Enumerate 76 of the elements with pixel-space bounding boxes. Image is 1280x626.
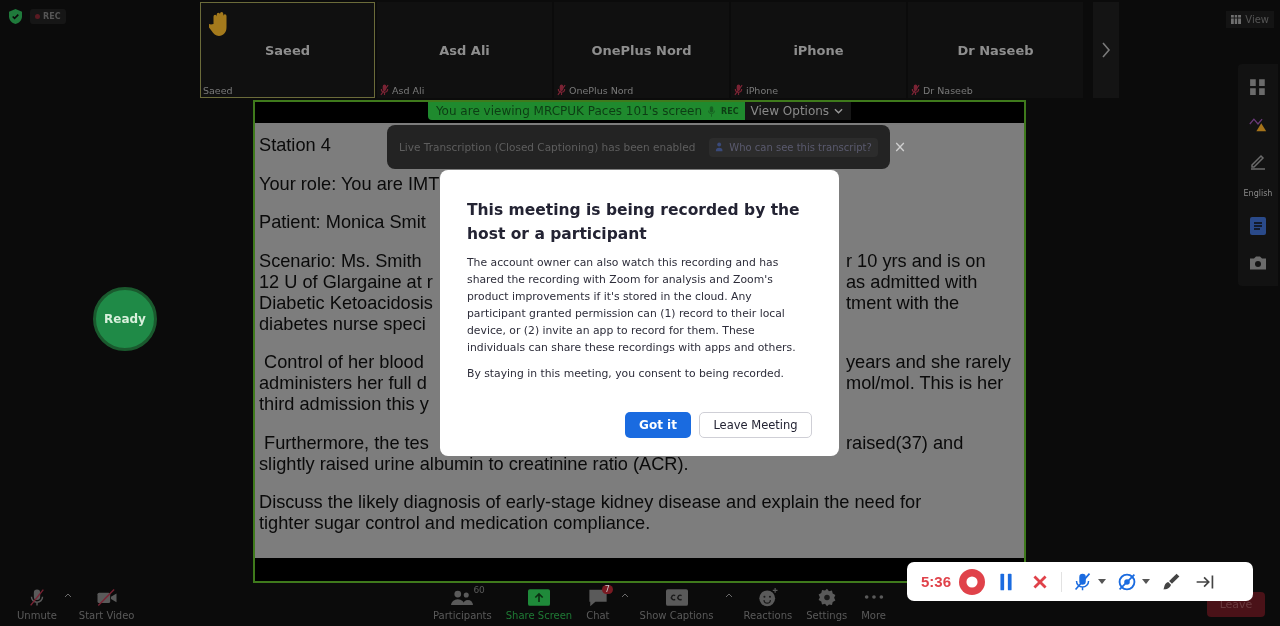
participant-label: iPhone — [746, 84, 779, 96]
camera-off-icon — [95, 588, 118, 607]
reactions-button[interactable]: Reactions — [740, 588, 796, 621]
settings-button[interactable]: Settings — [803, 588, 851, 621]
slide-text: mol/mol. This is her — [846, 374, 1004, 393]
dialog-text: The account owner can also watch this recording and has shared the recording with Zoom for analysis and Zoom's product improvements if it's stored in the cloud. Any participant granted permission can (1) record to their local device, or (2) invite an app to record for them. These individuals can share these recordings with apps and others. — [467, 255, 797, 356]
participant-tile[interactable]: iPhone iPhone — [731, 2, 906, 98]
leave-meeting-button[interactable]: Leave Meeting — [699, 412, 812, 438]
slide-text: r 10 yrs and is on — [846, 251, 986, 271]
slide-text: tment with the — [846, 293, 960, 313]
caret-icon[interactable] — [63, 593, 72, 598]
slide-text: Station 4 — [259, 136, 331, 155]
ready-badge: Ready — [93, 287, 157, 351]
caret-icon[interactable] — [1142, 579, 1151, 584]
participant-tile[interactable]: OnePlus Nord OnePlus Nord — [554, 2, 729, 98]
slide-text: years and she rarely — [846, 353, 1011, 372]
more-button[interactable]: More — [858, 588, 889, 621]
grid-icon — [1231, 15, 1242, 24]
smiley-icon — [756, 588, 779, 607]
participant-name: iPhone — [793, 42, 844, 58]
recording-badge: REC — [30, 9, 66, 24]
participant-name: Saeed — [264, 42, 311, 58]
slide-text: raised(37) and — [846, 433, 964, 453]
people-icon — [451, 588, 474, 607]
slide-text: Diabetic Ketoacidosis — [259, 293, 433, 313]
caret-icon[interactable] — [724, 593, 733, 598]
slide-text: Patient: Monica Smit — [259, 213, 426, 232]
transcript-link[interactable]: Who can see this transcript? — [709, 137, 878, 157]
viewing-text: You are viewing MRCPUK Paces 101's screen — [435, 104, 703, 118]
slide-text: third admission this y — [259, 395, 429, 414]
caret-icon[interactable] — [620, 593, 629, 598]
got-it-button[interactable]: Got it — [625, 412, 691, 438]
document-icon[interactable] — [1249, 217, 1267, 236]
participant-name: Dr Naseeb — [957, 42, 1034, 58]
language-label[interactable]: English — [1243, 189, 1273, 199]
slide-text: as admitted with — [846, 272, 978, 292]
participants-button[interactable]: 60 Participants — [430, 588, 495, 621]
start-video-button[interactable]: Start Video — [75, 588, 138, 621]
participant-label: Asd Ali — [392, 84, 425, 96]
participant-tile[interactable]: Dr Naseeb Dr Naseeb — [908, 2, 1083, 98]
consent-text: By staying in this meeting, you consent to being recorded. — [467, 366, 785, 382]
chevron-down-icon — [834, 108, 844, 114]
participant-label: Saeed — [203, 85, 233, 96]
slide-text: diabetes nurse speci — [259, 314, 426, 334]
captions-button[interactable]: Show Captions — [636, 588, 717, 621]
unmute-button[interactable]: Unmute — [14, 588, 60, 621]
share-button[interactable]: Share Screen — [502, 588, 576, 621]
slide-text: Discuss the likely diagnosis of early-stage kidney disease and explain the need for — [259, 493, 922, 512]
slide-text: Control of her blood — [263, 353, 424, 372]
participant-label: Dr Naseeb — [923, 84, 973, 96]
slide-text: 12 U of Glargaine at r — [259, 272, 433, 292]
grid-icon[interactable] — [1249, 77, 1267, 96]
recording-timer: 5:36 — [921, 573, 952, 590]
participant-name: Asd Ali — [439, 42, 490, 58]
slide-text: Scenario: Ms. Smith — [259, 251, 422, 271]
shield-icon — [9, 9, 22, 24]
dialog-title: This meeting is being recorded by the host or a participant — [467, 200, 801, 245]
participant-tile[interactable]: Asd Ali Asd Ali — [377, 2, 552, 98]
camera-icon[interactable] — [1249, 254, 1267, 273]
participant-tile[interactable]: Saeed Saeed — [200, 2, 375, 98]
dots-icon — [862, 594, 885, 600]
rec-label: REC — [721, 106, 739, 116]
record-icon[interactable] — [959, 568, 986, 595]
slide-text: slightly raised urine albumin to creatinine ratio (ACR). — [259, 454, 689, 474]
slide-text: Your role: You are IMT — [259, 174, 440, 194]
caret-icon[interactable] — [1098, 579, 1107, 584]
captions-icon — [665, 588, 688, 607]
slide-text: tighter sugar control and medication compliance. — [259, 514, 651, 533]
view-button[interactable]: View — [1226, 11, 1274, 28]
participant-name: OnePlus Nord — [591, 42, 692, 58]
close-button[interactable]: × — [891, 138, 909, 156]
participant-label: OnePlus Nord — [569, 84, 634, 96]
slide-text: administers her full d — [259, 374, 427, 393]
view-options-button[interactable]: View Options — [744, 102, 852, 120]
mic-icon — [708, 105, 716, 117]
slide-text: Furthermore, the tes — [263, 433, 429, 453]
